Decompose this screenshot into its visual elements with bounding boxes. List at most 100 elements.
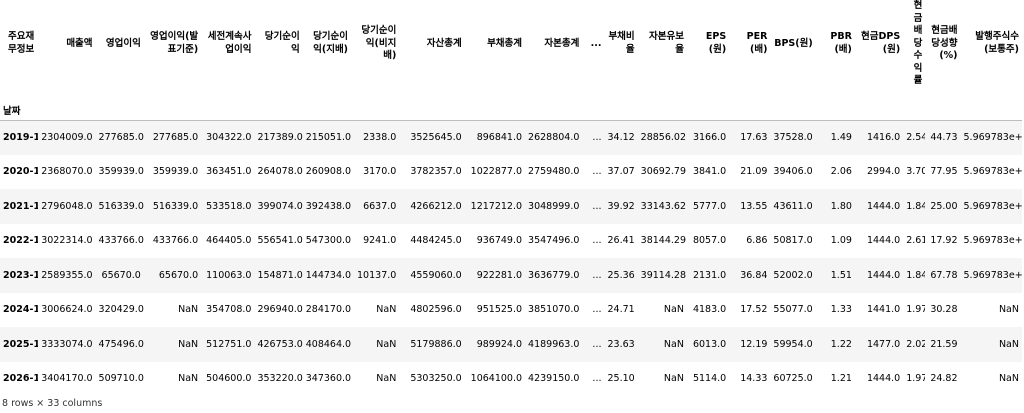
table-row: 2026-12-013404170.0 509710.0 NaN 504600.0 35… <box>0 362 1022 397</box>
table-cell: 3841.0 <box>692 166 727 178</box>
table-cell: 3851070.0 <box>528 304 580 316</box>
table-cell: 408464.0 <box>305 338 352 350</box>
column-header: 당기순이익(비지배) <box>361 25 397 61</box>
table-cell: 30692.79 <box>640 166 687 178</box>
table-cell: NaN <box>663 373 684 385</box>
table-cell: 2.06 <box>830 166 852 178</box>
row-index: 2023-12-01 <box>3 269 39 281</box>
table-cell: 65670.0 <box>101 269 141 281</box>
column-header: 자산총계 <box>426 37 462 49</box>
dataframe-table: 주요재무정보 매출액 영업이익 영업이익(발표기준) 세전계속사업이익 당기순이익 당기순… <box>0 0 1022 396</box>
table-cell: 1416.0 <box>866 132 901 143</box>
table-cell: 60725.0 <box>773 373 813 385</box>
table-cell: 4189963.0 <box>528 338 580 350</box>
table-cell: 1022877.0 <box>470 166 523 178</box>
table-cell: 509710.0 <box>98 373 144 385</box>
table-cell: 33143.62 <box>640 200 687 212</box>
table-cell: 1.97 <box>906 304 926 316</box>
table-cell: 464405.0 <box>206 235 252 247</box>
table-cell: 2368070.0 <box>41 166 93 178</box>
table-cell: 277685.0 <box>152 132 199 143</box>
table-cell: 36.84 <box>740 269 768 281</box>
column-header: 부채총계 <box>487 37 523 49</box>
table-row: 2023-12-012589355.0 65670.0 65670.0 110063.… <box>0 258 1022 293</box>
table-cell: NaN <box>376 338 397 350</box>
table-cell: 1.21 <box>830 373 852 385</box>
table-cell: 296940.0 <box>257 304 303 316</box>
row-index: 2022-12-01 <box>3 235 39 247</box>
table-cell: 5.969783e+09 <box>963 235 1022 247</box>
table-cell: 392438.0 <box>305 200 352 212</box>
table-cell: 2338.0 <box>363 132 397 143</box>
table-cell: 1444.0 <box>866 235 901 247</box>
table-cell: 38144.29 <box>640 235 687 247</box>
table-cell: 67.78 <box>930 269 958 281</box>
table-cell: 3782357.0 <box>410 166 462 178</box>
table-cell: ... <box>592 304 602 316</box>
table-cell: 5.969783e+09 <box>963 269 1022 281</box>
table-cell: 6013.0 <box>692 338 727 350</box>
table-cell: 2.54 <box>906 132 926 143</box>
column-header: 세전계속사업이익 <box>207 31 252 55</box>
dataframe-shape-label: 8 rows × 33 columns <box>2 398 103 409</box>
table-cell: 59954.0 <box>773 338 813 350</box>
table-cell: NaN <box>998 373 1019 385</box>
table-cell: 215051.0 <box>305 132 352 143</box>
table-cell: 2796048.0 <box>41 200 93 212</box>
column-header: PBR(배) <box>830 31 852 55</box>
row-index: 2026-12-01 <box>3 373 39 385</box>
table-cell: 277685.0 <box>98 132 144 143</box>
table-cell: NaN <box>178 304 199 316</box>
table-cell: ... <box>592 373 602 385</box>
table-cell: 23.63 <box>607 338 635 350</box>
table-cell: 4484245.0 <box>410 235 462 247</box>
table-cell: 4802596.0 <box>410 304 462 316</box>
table-cell: 2994.0 <box>866 166 901 178</box>
table-cell: 6637.0 <box>363 200 397 212</box>
table-cell: 28856.02 <box>640 132 687 143</box>
table-cell: 217389.0 <box>257 132 303 143</box>
table-cell: 21.09 <box>740 166 768 178</box>
table-cell: 359939.0 <box>152 166 199 178</box>
column-header: 부채비율 <box>608 31 635 55</box>
table-cell: 9241.0 <box>363 235 397 247</box>
table-row: 2025-12-013333074.0 475496.0 NaN 512751.0 42… <box>0 327 1022 362</box>
table-cell: 43611.0 <box>773 200 813 212</box>
table-cell: 8057.0 <box>692 235 727 247</box>
table-cell: 65670.0 <box>158 269 199 281</box>
table-cell: 533518.0 <box>206 200 252 212</box>
table-cell: 516339.0 <box>98 200 144 212</box>
table-cell: 52002.0 <box>773 269 813 281</box>
column-header: BPS(원) <box>774 37 813 49</box>
table-cell: 17.52 <box>740 304 768 316</box>
table-cell: 3333074.0 <box>41 338 93 350</box>
table-cell: 4183.0 <box>692 304 727 316</box>
table-cell: 1.51 <box>830 269 852 281</box>
table-cell: 1.49 <box>830 132 852 143</box>
table-cell: 17.63 <box>740 132 768 143</box>
table-cell: 25.36 <box>607 269 635 281</box>
row-index: 2025-12-01 <box>3 338 39 350</box>
table-cell: NaN <box>998 304 1019 316</box>
table-cell: 4239150.0 <box>528 373 580 385</box>
table-cell: 10137.0 <box>357 269 397 281</box>
table-cell: 13.55 <box>740 200 768 212</box>
table-cell: 264078.0 <box>257 166 303 178</box>
table-cell: NaN <box>998 338 1019 350</box>
table-cell: 363451.0 <box>206 166 252 178</box>
table-cell: 77.95 <box>930 166 958 178</box>
table-cell: 39114.28 <box>640 269 687 281</box>
table-cell: 110063.0 <box>206 269 252 281</box>
table-cell: ... <box>592 235 602 247</box>
table-cell: 2589355.0 <box>41 269 93 281</box>
table-cell: 1477.0 <box>866 338 901 350</box>
table-cell: 320429.0 <box>98 304 144 316</box>
table-cell: 154871.0 <box>257 269 303 281</box>
table-cell: 426753.0 <box>257 338 303 350</box>
table-cell: 2759480.0 <box>528 166 580 178</box>
table-cell: ... <box>592 269 602 281</box>
table-cell: 433766.0 <box>152 235 199 247</box>
table-cell: 3048999.0 <box>528 200 580 212</box>
table-cell: 37528.0 <box>773 132 813 143</box>
table-cell: 3170.0 <box>363 166 397 178</box>
